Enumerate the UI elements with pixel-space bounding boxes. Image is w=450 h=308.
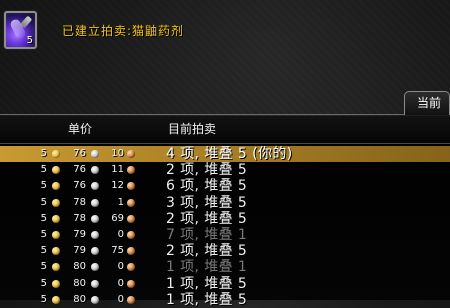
gold-coin-icon [52,247,60,256]
price-gold-value: 5 [40,229,47,240]
gold-coin-icon [52,231,60,239]
price-silver-value: 79 [73,229,86,240]
price-silver-value: 79 [73,245,86,257]
copper-coin-icon [127,150,135,158]
price-silver-value: 80 [73,277,86,289]
price-copper-value: 0 [117,261,124,273]
gold-coin-icon [52,166,60,175]
auction-table-row[interactable]: 5 76 10 4 项, 堆叠 5 (你的) [0,146,450,162]
auction-table-row[interactable]: 5 78 69 2 项, 堆叠 5 [0,211,450,227]
purple-potion-icon[interactable]: 5 [4,11,37,49]
copper-coin-icon [127,198,135,207]
price-copper-value: 0 [117,277,124,289]
current-bid-text: 2 项, 堆叠 5 [166,162,248,179]
silver-coin-icon [91,182,99,191]
price-copper-value: 11 [111,164,124,176]
current-bid-text: 2 项, 堆叠 5 [166,243,248,260]
price-copper-value: 12 [111,180,124,192]
gold-coin-icon [52,150,60,158]
header-unit-price[interactable]: 单价 [68,120,92,137]
silver-coin-icon [91,231,99,239]
copper-coin-icon [127,247,135,256]
auction-table-row[interactable]: 5 76 11 2 项, 堆叠 5 [0,162,450,178]
auction-table-row[interactable]: 5 79 75 2 项, 堆叠 5 [0,243,450,259]
auction-table-header: 单价 目前拍卖 [0,116,450,144]
price-copper-value: 75 [111,245,124,257]
current-bid-text: 7 项, 堆叠 1 [166,227,248,243]
current-bid-text: 6 项, 堆叠 5 [166,178,248,195]
price-silver-value: 76 [73,164,86,176]
price-silver-value: 76 [73,148,86,159]
price-silver-value: 76 [73,180,86,192]
price-gold-value: 5 [40,196,47,208]
silver-coin-icon [91,279,99,288]
auction-table-row[interactable]: 5 78 1 3 项, 堆叠 5 [0,195,450,211]
current-bid-text: 4 项, 堆叠 5 (你的) [166,146,293,162]
silver-coin-icon [91,247,99,256]
copper-coin-icon [127,166,135,175]
price-gold-value: 5 [40,148,47,159]
copper-coin-icon [127,279,135,288]
price-copper-value: 10 [111,148,124,159]
price-gold-value: 5 [40,164,47,176]
price-gold-value: 5 [40,261,47,273]
header-current-bid[interactable]: 目前拍卖 [168,120,216,137]
gold-coin-icon [52,198,60,207]
copper-coin-icon [127,231,135,239]
price-silver-value: 78 [73,196,86,208]
silver-coin-icon [91,263,99,272]
price-gold-value: 5 [40,212,47,224]
auction-top-panel [0,0,450,118]
copper-coin-icon [127,182,135,191]
current-bid-text: 3 项, 堆叠 5 [166,194,248,211]
gold-coin-icon [52,182,60,191]
price-gold-value: 5 [40,245,47,257]
gold-coin-icon [52,263,60,272]
silver-coin-icon [91,198,99,207]
auction-table-row[interactable]: 5 80 0 1 项, 堆叠 5 [0,276,450,292]
current-bid-text: 1 项, 堆叠 1 [166,259,248,276]
tab-current[interactable]: 当前 [404,91,450,115]
copper-coin-icon [127,214,135,223]
silver-coin-icon [91,166,99,175]
current-bid-text: 2 项, 堆叠 5 [166,210,248,227]
price-gold-value: 5 [40,180,47,192]
auction-status-message: 已建立拍卖:猫鼬药剂 [62,24,185,38]
price-copper-value: 0 [117,229,124,240]
price-gold-value: 5 [40,277,47,289]
copper-coin-icon [127,263,135,272]
gold-coin-icon [52,214,60,223]
silver-coin-icon [91,214,99,223]
price-silver-value: 80 [73,261,86,273]
current-bid-text: 1 项, 堆叠 5 [166,275,248,292]
auction-table-row[interactable]: 5 80 0 1 项, 堆叠 1 [0,259,450,275]
price-copper-value: 1 [117,196,124,208]
gold-coin-icon [52,279,60,288]
silver-coin-icon [91,150,99,158]
price-silver-value: 78 [73,212,86,224]
tab-underline [0,114,404,115]
price-copper-value: 69 [111,212,124,224]
auction-table-row[interactable]: 5 79 0 7 项, 堆叠 1 [0,227,450,243]
auction-table-row[interactable]: 5 76 12 6 项, 堆叠 5 [0,178,450,194]
item-stack-count: 5 [26,35,33,46]
